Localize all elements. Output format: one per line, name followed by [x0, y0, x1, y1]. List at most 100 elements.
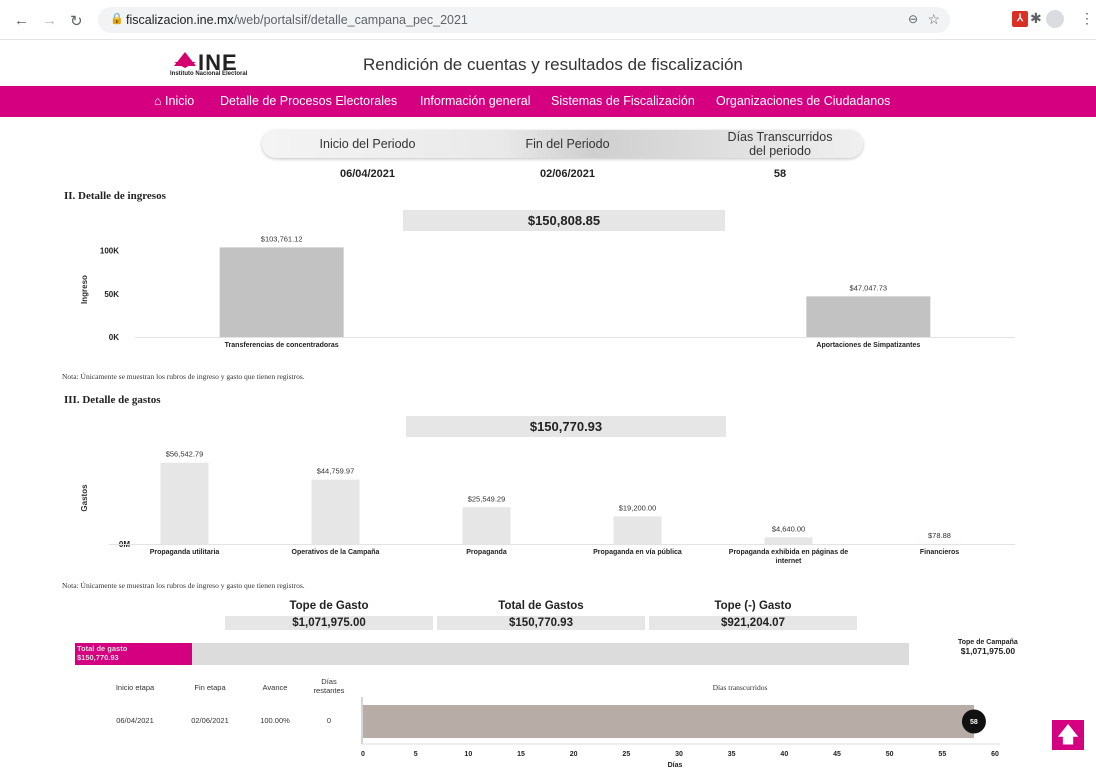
- etapa-row-avance: 100.00%: [260, 716, 290, 725]
- x-tick-label: 60: [991, 751, 999, 758]
- y-axis-label: Ingreso: [80, 275, 89, 304]
- x-tick-label: 50: [886, 751, 894, 758]
- lock-icon: 🔒: [110, 13, 124, 25]
- scroll-to-top-button[interactable]: 🡅: [1052, 720, 1084, 750]
- y-tick-label: 0K: [109, 333, 119, 342]
- bar[interactable]: [160, 462, 209, 544]
- bar[interactable]: [613, 516, 662, 544]
- zoom-icon[interactable]: ⊖: [908, 12, 918, 26]
- extensions-puzzle-icon[interactable]: ✱: [1030, 10, 1042, 27]
- browser-toolbar: ← → ↻ 🔒 fiscalizacion.ine.mx/web/portals…: [0, 0, 1096, 40]
- logo-subtitle: Instituto Nacional Electoral: [170, 71, 248, 77]
- nav-item-sistemas-fiscalizacion[interactable]: Sistemas de Fiscalización: [551, 94, 695, 108]
- period-dias-label-line2: del periodo: [749, 144, 811, 158]
- reload-icon[interactable]: ↻: [70, 12, 83, 30]
- tope-gasto-label: Tope de Gasto: [289, 600, 369, 612]
- x-tick-label: 55: [938, 751, 946, 758]
- nav-item-detalle-procesos[interactable]: Detalle de Procesos Electorales: [220, 94, 397, 108]
- etapa-header-fin: Fin etapa: [194, 683, 226, 692]
- dias-chart-title: Días transcurridos: [712, 683, 768, 692]
- pdf-extension-icon[interactable]: ⅄: [1012, 11, 1028, 27]
- x-tick-label: Operativos de la Campaña: [292, 549, 380, 556]
- x-tick-label: 0: [361, 751, 365, 758]
- x-tick-label: internet: [776, 558, 802, 565]
- ine-logo[interactable]: INE Instituto Nacional Electoral: [170, 50, 260, 80]
- tope-campana-value: $1,071,975.00: [960, 646, 1016, 656]
- period-inicio-label: Inicio del Periodo: [319, 137, 416, 151]
- bar[interactable]: [462, 507, 511, 544]
- bar-value-label: $78.88: [928, 531, 951, 540]
- bookmark-star-icon[interactable]: ☆: [927, 11, 940, 28]
- bar-value-label: $4,640.00: [772, 524, 805, 533]
- gasto-progress-label-value: $150,770.93: [77, 653, 119, 662]
- nav-item-informacion-general[interactable]: Información general: [420, 94, 530, 108]
- address-bar[interactable]: 🔒 fiscalizacion.ine.mx/web/portalsif/det…: [98, 7, 950, 33]
- x-tick-label: 25: [622, 751, 630, 758]
- forward-icon[interactable]: →: [42, 12, 57, 29]
- total-gastos-value: $150,770.93: [437, 616, 645, 630]
- period-dias-label-line1: Días Transcurridos: [727, 130, 833, 144]
- dias-bar[interactable]: [363, 705, 974, 738]
- x-tick-label: 5: [414, 751, 418, 758]
- bar[interactable]: [764, 537, 813, 544]
- profile-avatar-icon[interactable]: [1046, 10, 1064, 28]
- gastos-bar-chart: Gastos0M$56,542.79Propaganda utilitaria$…: [80, 450, 1015, 565]
- ine-logo-mark-lower: [174, 62, 196, 68]
- gasto-progress-track: [192, 643, 909, 665]
- gasto-progress-label: Total de gasto $150,770.93: [77, 644, 127, 662]
- nav-item-organizaciones[interactable]: Organizaciones de Ciudadanos: [716, 94, 890, 108]
- x-tick-label: 30: [675, 751, 683, 758]
- bar[interactable]: [311, 479, 360, 544]
- bar-value-label: $44,759.97: [317, 467, 355, 476]
- x-tick-label: 10: [464, 751, 472, 758]
- x-tick-label: 20: [570, 751, 578, 758]
- bar[interactable]: [219, 247, 344, 337]
- bar[interactable]: [806, 296, 931, 337]
- arrow-up-icon: 🡅: [1056, 722, 1080, 747]
- dias-transcurridos-chart: 58 0 5 10 15 20 25 30 35 40 45 50 55 60 Días: [361, 697, 1000, 769]
- period-dias-label: Días Transcurridos del periodo: [700, 130, 860, 158]
- url-text: fiscalizacion.ine.mx/web/portalsif/detal…: [126, 13, 468, 27]
- ingresos-title: II. Detalle de ingresos: [64, 190, 166, 202]
- period-fin-value: 02/06/2021: [539, 168, 596, 180]
- menu-kebab-icon[interactable]: ⋮: [1080, 10, 1094, 27]
- x-tick-label: 35: [728, 751, 736, 758]
- etapa-header-dias: Días restantes: [313, 677, 345, 695]
- x-tick-label: Propaganda exhibida en páginas de: [729, 549, 849, 556]
- bar-value-label: $25,549.29: [468, 494, 506, 503]
- site-title: Rendición de cuentas y resultados de fis…: [363, 55, 743, 74]
- tope-menos-gasto-value: $921,204.07: [649, 616, 857, 630]
- main-navbar: ⌂ Inicio Detalle de Procesos Electorales…: [0, 86, 1096, 117]
- tope-gasto-value: $1,071,975.00: [225, 616, 433, 630]
- gastos-total: $150,770.93: [406, 416, 726, 437]
- etapa-row-fin: 02/06/2021: [191, 716, 229, 725]
- tope-campana: Tope de Campaña $1,071,975.00: [958, 639, 1018, 656]
- home-icon: ⌂: [154, 94, 162, 108]
- tope-campana-label: Tope de Campaña: [958, 639, 1018, 646]
- x-tick-label: 45: [833, 751, 841, 758]
- x-tick-label: Transferencias de concentradoras: [225, 342, 339, 349]
- gasto-progress-label-title: Total de gasto: [77, 644, 128, 653]
- etapa-row-dias: 0: [326, 716, 332, 725]
- back-icon[interactable]: ←: [14, 12, 29, 29]
- bar-value-label: $103,761.12: [261, 234, 303, 243]
- gastos-title: III. Detalle de gastos: [64, 394, 161, 406]
- x-tick-label: Propaganda en vía pública: [593, 549, 682, 556]
- ingresos-total: $150,808.85: [403, 210, 725, 231]
- etapa-row-inicio: 06/04/2021: [116, 716, 154, 725]
- x-tick-label: Financieros: [920, 549, 959, 556]
- bar-value-label: $47,047.73: [850, 283, 888, 292]
- etapa-header-avance: Avance: [262, 683, 288, 692]
- nav-item-inicio[interactable]: ⌂ Inicio: [154, 94, 194, 108]
- period-dias-value: 58: [773, 168, 787, 180]
- x-axis-label: Días: [668, 762, 683, 769]
- bar-value-label: $19,200.00: [619, 503, 657, 512]
- gastos-note: Nota: Únicamente se muestran los rubros …: [62, 581, 305, 590]
- x-tick-label: Aportaciones de Simpatizantes: [816, 342, 920, 349]
- ingresos-note: Nota: Únicamente se muestran los rubros …: [62, 372, 305, 381]
- x-tick-label: Propaganda: [466, 549, 507, 556]
- y-tick-label: 100K: [100, 247, 119, 256]
- x-tick-label: Propaganda utilitaria: [150, 549, 220, 556]
- ingresos-bar-chart: Ingreso 0K 50K 100K $103,761.12 Transferencia…: [80, 234, 1015, 349]
- y-axis-label: Gastos: [80, 484, 89, 512]
